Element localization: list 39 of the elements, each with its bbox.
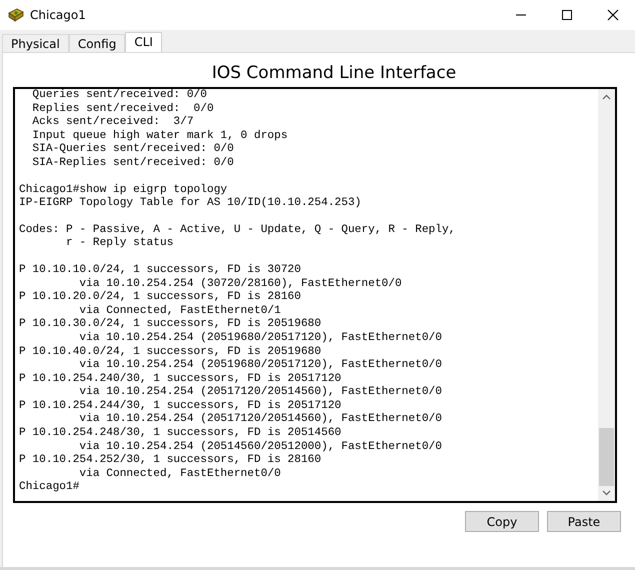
terminal-line: via 10.10.254.254 (20517120/20514560), FastEthernet0/0	[78, 386, 443, 400]
terminal-line: P 10.10.254.244/30, 1 successors, FD is 20517120	[19, 400, 342, 412]
terminal-line: via 10.10.254.254 (20519680/20517120), FastEthernet0/0	[78, 359, 443, 372]
terminal-line: SIA-Queries sent/received: 0/0	[31, 143, 235, 156]
terminal-line: Queries sent/received: 0/0	[31, 89, 208, 102]
terminal-line: via 10.10.254.254 (30720/28160), FastEthernet0/0	[78, 278, 403, 290]
terminal-line: via 10.10.254.254 (20514560/20512000), FastEthernet0/0	[78, 440, 443, 454]
window-title: Chicago1	[30, 8, 86, 22]
terminal-area[interactable]	[13, 87, 617, 503]
terminal-line: Replies sent/received: 0/0	[31, 102, 215, 116]
scroll-down-icon[interactable]	[602, 490, 611, 496]
terminal-line: via Connected, FastEthernet0/0	[78, 468, 282, 480]
terminal-line: P 10.10.10.0/24, 1 successors, FD is 30720	[19, 264, 302, 278]
scroll-thumb[interactable]	[599, 428, 614, 486]
terminal-line: P 10.10.254.252/30, 1 successors, FD is 28160	[19, 454, 322, 468]
action-button[interactable]: Copy	[465, 511, 539, 532]
panel-heading: IOS Command Line Interface	[212, 63, 456, 83]
terminal-line: Codes: P - Passive, A - Active, U - Update, Q - Query, R - Reply,	[19, 224, 456, 236]
terminal-line: via 10.10.254.254 (20519680/20517120), FastEthernet0/0	[78, 332, 443, 346]
terminal-line: IP-EIGRP Topology Table for AS 10/ID(10.10.254.253)	[19, 197, 362, 211]
terminal-line: r - Reply status	[64, 237, 174, 251]
terminal-line: SIA-Replies sent/received: 0/0	[31, 156, 235, 171]
terminal-line: via 10.10.254.254 (20517120/20514560), FastEthernet0/0	[78, 413, 443, 426]
router-icon	[7, 7, 25, 23]
terminal-line: P 10.10.254.240/30, 1 successors, FD is 20517120	[19, 372, 342, 386]
terminal-line: Input queue high water mark 1, 0 drops	[31, 130, 289, 142]
terminal-line: Acks sent/received: 3/7	[31, 116, 195, 130]
terminal-line: P 10.10.40.0/24, 1 successors, FD is 20519680	[19, 346, 322, 358]
terminal-line: via Connected, FastEthernet0/1	[78, 304, 282, 318]
terminal-line: P 10.10.30.0/24, 1 successors, FD is 20519680	[19, 318, 322, 332]
terminal-line: P 10.10.254.248/30, 1 successors, FD is 20514560	[19, 427, 342, 440]
scrollbar[interactable]	[598, 89, 615, 501]
maximize-icon[interactable]	[561, 9, 573, 21]
terminal-line: Chicago1#show ip eigrp topology	[19, 184, 228, 196]
terminal-line: P 10.10.20.0/24, 1 successors, FD is 28160	[19, 291, 302, 304]
close-icon[interactable]	[607, 9, 619, 21]
action-button[interactable]: Paste	[547, 511, 621, 532]
terminal-line: Chicago1#	[19, 481, 80, 496]
scroll-up-icon[interactable]	[602, 94, 611, 100]
